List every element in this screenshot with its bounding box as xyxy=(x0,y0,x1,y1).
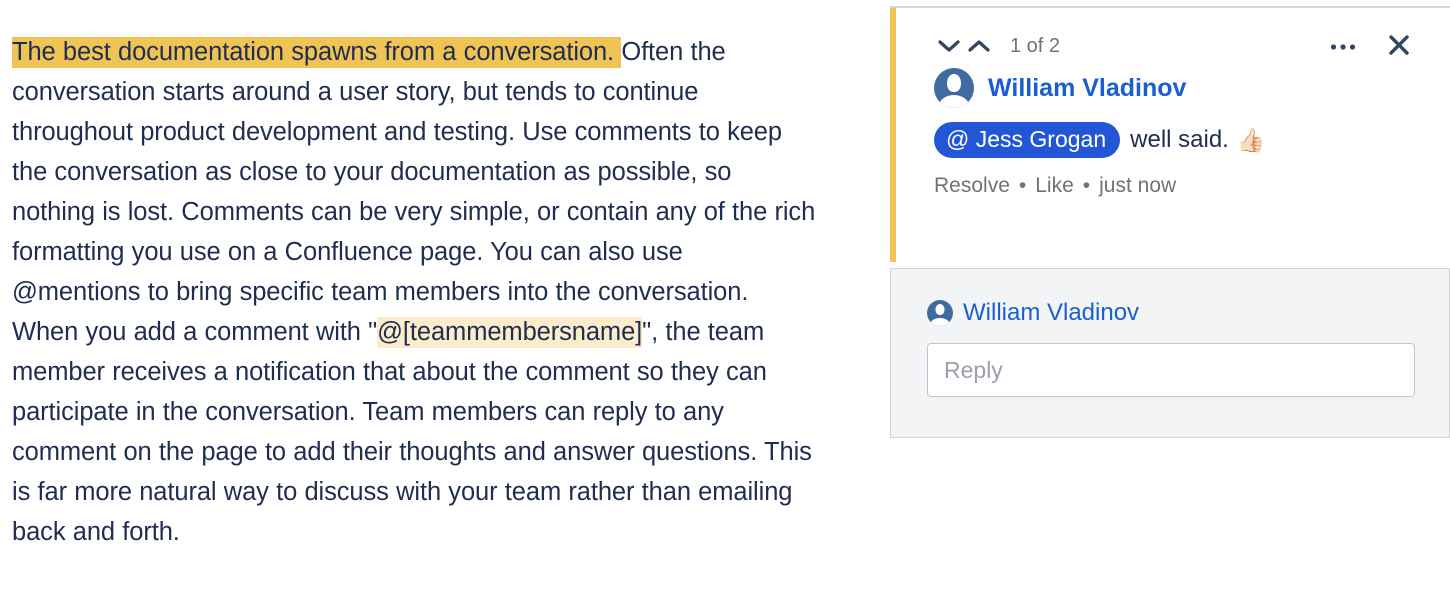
comment-sidebar: 1 of 2 William Vladinov @ Jess Grogan we… xyxy=(890,6,1450,438)
reply-input[interactable] xyxy=(927,343,1415,397)
resolve-action[interactable]: Resolve xyxy=(934,174,1010,198)
previous-comment-button[interactable] xyxy=(934,31,964,61)
highlighted-mention-placeholder: @[teammembersname] xyxy=(377,317,643,348)
comment-page-indicator: 1 of 2 xyxy=(1010,34,1061,57)
avatar-body xyxy=(939,95,969,108)
paragraph-text-part-1: Often the conversation starts around a u… xyxy=(12,38,816,346)
reply-author-row: William Vladinov xyxy=(927,299,1415,327)
like-action[interactable]: Like xyxy=(1035,174,1074,198)
avatar-head xyxy=(935,304,945,315)
user-avatar-icon xyxy=(934,68,974,108)
article-column: The best documentation spawns from a con… xyxy=(0,0,830,602)
chevron-up-icon xyxy=(968,39,990,53)
comment-timestamp: just now xyxy=(1099,174,1177,197)
close-icon xyxy=(1387,33,1411,60)
thumbs-up-emoji-icon: 👍🏻 xyxy=(1236,126,1266,153)
next-comment-button[interactable] xyxy=(964,31,994,61)
comment-accent-bar xyxy=(890,8,896,262)
comment-card: 1 of 2 William Vladinov @ Jess Grogan we… xyxy=(890,6,1450,262)
more-options-button[interactable] xyxy=(1326,30,1360,62)
comment-text: well said. xyxy=(1130,126,1229,153)
article-paragraph: The best documentation spawns from a con… xyxy=(12,32,818,552)
reply-author-name[interactable]: William Vladinov xyxy=(963,299,1139,327)
avatar-body xyxy=(930,318,950,326)
comment-author-row: William Vladinov xyxy=(934,68,1416,108)
avatar-head xyxy=(947,74,961,92)
mention-chip[interactable]: @ Jess Grogan xyxy=(934,122,1121,158)
ellipsis-icon xyxy=(1330,39,1356,54)
user-avatar-icon xyxy=(927,300,953,326)
action-separator-2: • xyxy=(1082,174,1091,197)
comment-toolbar: 1 of 2 xyxy=(934,30,1416,62)
highlighted-sentence: The best documentation spawns from a con… xyxy=(12,37,622,68)
reply-panel: William Vladinov xyxy=(890,268,1450,438)
chevron-down-icon xyxy=(938,39,960,53)
comment-author-name[interactable]: William Vladinov xyxy=(988,74,1186,103)
comment-body: @ Jess Grogan well said. 👍🏻 xyxy=(934,122,1416,158)
comment-actions-row: Resolve • Like • just now xyxy=(934,174,1416,198)
paragraph-text-part-2: ", the team member receives a notificati… xyxy=(12,318,812,546)
close-comment-button[interactable] xyxy=(1382,30,1416,62)
action-separator-1: • xyxy=(1018,174,1027,197)
